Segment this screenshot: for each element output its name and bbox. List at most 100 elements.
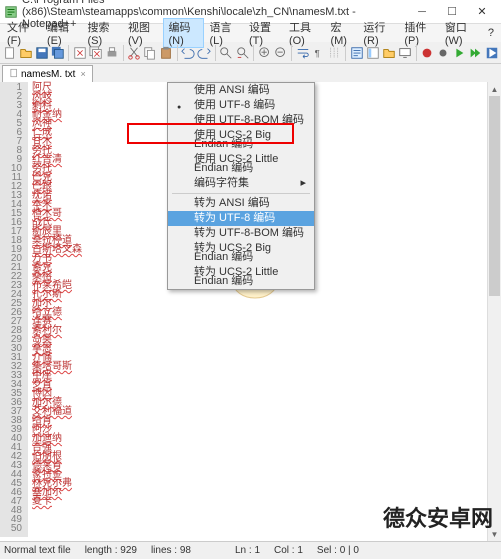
editor-area: 1234567891011121314151617181920212223242… xyxy=(0,82,501,537)
tab-bar: namesM. txt × xyxy=(0,64,501,82)
line-number: 50 xyxy=(0,524,22,533)
scroll-up-icon[interactable]: ▲ xyxy=(488,82,501,96)
record-macro-icon[interactable] xyxy=(420,45,435,61)
svg-text:¶: ¶ xyxy=(314,48,319,59)
menu-language[interactable]: 语言(L) xyxy=(204,18,243,48)
menu-help[interactable]: ? xyxy=(483,26,499,40)
paste-icon[interactable] xyxy=(159,45,174,61)
menu-plugins[interactable]: 插件(P) xyxy=(399,18,440,48)
save-all-icon[interactable] xyxy=(50,45,65,61)
cut-icon[interactable] xyxy=(127,45,142,61)
menu-convert-ansi[interactable]: 转为 ANSI 编码 xyxy=(168,196,314,211)
text-line[interactable]: 蒙特金 xyxy=(32,470,501,479)
find-icon[interactable] xyxy=(219,45,234,61)
status-lines: lines : 98 xyxy=(151,545,191,556)
menu-tools[interactable]: 工具(O) xyxy=(284,18,326,48)
text-line[interactable]: 塞加尔 xyxy=(32,488,501,497)
indent-guide-icon[interactable] xyxy=(327,45,342,61)
close-file-icon[interactable] xyxy=(72,45,87,61)
print-icon[interactable] xyxy=(105,45,120,61)
menu-window[interactable]: 窗口(W) xyxy=(440,18,483,48)
menu-macro[interactable]: 宏(M) xyxy=(325,18,358,48)
line-number-gutter: 1234567891011121314151617181920212223242… xyxy=(0,82,28,537)
text-line[interactable]: 集塔哥斯 xyxy=(32,362,501,371)
text-line[interactable]: 加尔德 xyxy=(32,398,501,407)
menu-convert-utf8[interactable]: 转为 UTF-8 编码 xyxy=(168,211,314,226)
encoding-dropdown: 使用 ANSI 编码 使用 UTF-8 编码 使用 UTF-8-BOM 编码 使… xyxy=(167,82,315,290)
close-all-icon[interactable] xyxy=(88,45,103,61)
text-line[interactable]: 吉强 xyxy=(32,443,501,452)
app-icon xyxy=(4,5,18,19)
toolbar-separator xyxy=(215,45,216,61)
text-line[interactable]: 加迪纳 xyxy=(32,434,501,443)
menu-settings[interactable]: 设置(T) xyxy=(244,18,284,48)
folder-panel-icon[interactable] xyxy=(382,45,397,61)
toolbar-separator xyxy=(123,45,124,61)
new-file-icon[interactable] xyxy=(2,45,17,61)
toolbar-separator xyxy=(416,45,417,61)
function-list-icon[interactable] xyxy=(349,45,364,61)
menu-convert-ucs2-le[interactable]: 转为 UCS-2 Little Endian 编码 xyxy=(168,265,314,289)
text-line[interactable]: 哈立德 xyxy=(32,308,501,317)
status-bar: Normal text file length : 929 lines : 98… xyxy=(0,541,501,559)
menu-charset-submenu[interactable]: 编码字符集 xyxy=(168,176,314,191)
text-line[interactable]: 罗肯 xyxy=(32,380,501,389)
text-line[interactable]: 伯朋根 xyxy=(32,452,501,461)
file-icon xyxy=(9,68,19,81)
menu-view[interactable]: 视图(V) xyxy=(123,18,164,48)
menu-use-ucs2-be[interactable]: 使用 UCS-2 Big Endian 编码 xyxy=(168,128,314,152)
text-line[interactable]: 加尔 xyxy=(32,299,501,308)
copy-icon[interactable] xyxy=(143,45,158,61)
file-tab[interactable]: namesM. txt × xyxy=(2,65,93,82)
wordwrap-icon[interactable] xyxy=(295,45,310,61)
text-line[interactable]: 德莱肯 xyxy=(32,461,501,470)
redo-icon[interactable] xyxy=(197,45,212,61)
menu-separator xyxy=(172,193,310,194)
text-line[interactable]: 阿沙 xyxy=(32,425,501,434)
tab-label: namesM. txt xyxy=(21,69,75,80)
menu-edit[interactable]: 编辑(E) xyxy=(42,18,83,48)
menu-search[interactable]: 搜索(S) xyxy=(82,18,123,48)
text-line[interactable]: 介慲 xyxy=(32,353,501,362)
monitor-icon[interactable] xyxy=(398,45,413,61)
run-macro-multi-icon[interactable] xyxy=(468,45,483,61)
undo-icon[interactable] xyxy=(181,45,196,61)
menu-convert-ucs2-be[interactable]: 转为 UCS-2 Big Endian 编码 xyxy=(168,241,314,265)
show-all-chars-icon[interactable]: ¶ xyxy=(311,45,326,61)
scroll-thumb[interactable] xyxy=(489,96,500,296)
vertical-scrollbar[interactable]: ▲ ▼ xyxy=(487,82,501,541)
save-macro-icon[interactable] xyxy=(484,45,499,61)
menu-encoding[interactable]: 编码(N) xyxy=(163,18,204,48)
menu-use-ucs2-le[interactable]: 使用 UCS-2 Little Endian 编码 xyxy=(168,152,314,176)
text-line[interactable]: 林克尔弗 xyxy=(32,479,501,488)
text-content[interactable]: 使用 ANSI 编码 使用 UTF-8 编码 使用 UTF-8-BOM 编码 使… xyxy=(28,82,501,537)
text-line[interactable]: 哈肯 xyxy=(32,416,501,425)
save-icon[interactable] xyxy=(34,45,49,61)
status-column: Col : 1 xyxy=(274,545,303,556)
doc-map-icon[interactable] xyxy=(365,45,380,61)
menu-file[interactable]: 文件(F) xyxy=(2,18,42,48)
menu-use-ansi[interactable]: 使用 ANSI 编码 xyxy=(168,83,314,98)
stop-macro-icon[interactable] xyxy=(436,45,451,61)
text-line[interactable]: 博因 xyxy=(32,389,501,398)
open-file-icon[interactable] xyxy=(18,45,33,61)
text-line[interactable]: 拿恩 xyxy=(32,344,501,353)
replace-icon[interactable] xyxy=(235,45,250,61)
text-line[interactable]: 甲座 xyxy=(32,371,501,380)
menu-convert-utf8-bom[interactable]: 转为 UTF-8-BOM 编码 xyxy=(168,226,314,241)
text-line[interactable]: 素利尔 xyxy=(32,326,501,335)
menu-run[interactable]: 运行(R) xyxy=(358,18,399,48)
status-filetype: Normal text file xyxy=(4,545,71,556)
menu-use-utf8[interactable]: 使用 UTF-8 编码 xyxy=(168,98,314,113)
text-line[interactable]: 艾利福道 xyxy=(32,407,501,416)
zoom-in-icon[interactable] xyxy=(257,45,272,61)
menu-use-utf8-bom[interactable]: 使用 UTF-8-BOM 编码 xyxy=(168,113,314,128)
toolbar-separator xyxy=(291,45,292,61)
text-line[interactable]: 逢赛 xyxy=(32,317,501,326)
toolbar-separator xyxy=(68,45,69,61)
tab-close-icon[interactable]: × xyxy=(80,69,85,79)
text-line[interactable]: 岛奥 xyxy=(32,335,501,344)
toolbar-separator xyxy=(177,45,178,61)
zoom-out-icon[interactable] xyxy=(273,45,288,61)
play-macro-icon[interactable] xyxy=(452,45,467,61)
